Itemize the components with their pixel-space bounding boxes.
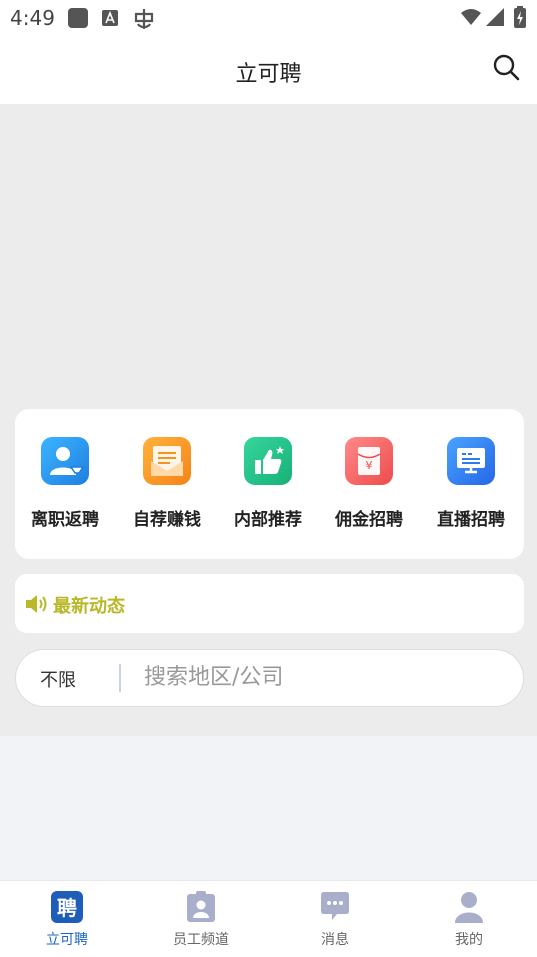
- search-input[interactable]: [144, 660, 484, 694]
- tab-employee-channel[interactable]: 员工频道: [146, 891, 256, 949]
- feature-label: 自荐赚钱: [133, 510, 201, 530]
- tab-label: 消息: [321, 932, 349, 948]
- tab-label: 立可聘: [46, 932, 88, 948]
- latest-news-bar[interactable]: 最新动态: [15, 574, 524, 633]
- tab-label: 员工频道: [173, 932, 229, 948]
- page-title: 立可聘: [235, 62, 302, 87]
- badge-icon: [185, 891, 217, 923]
- rehire-user-icon: [41, 437, 89, 485]
- status-bar: 4:49: [0, 0, 537, 38]
- feature-label: 内部推荐: [234, 510, 302, 530]
- svg-text:¥: ¥: [366, 459, 373, 472]
- live-screen-icon: [447, 437, 495, 485]
- pin-logo-icon: 聘: [51, 891, 83, 923]
- wifi-icon: [461, 9, 481, 25]
- feature-commission-hiring[interactable]: ¥ 佣金招聘: [319, 437, 419, 530]
- feature-label: 离职返聘: [31, 510, 99, 530]
- feature-label: 直播招聘: [437, 510, 505, 530]
- feature-live-hiring[interactable]: 直播招聘: [421, 437, 521, 530]
- feature-grid: 离职返聘 自荐赚钱 内部推荐 ¥ 佣金招聘 直播招聘: [15, 409, 524, 559]
- app-header: 立可聘: [0, 38, 537, 104]
- svg-text:聘: 聘: [57, 896, 77, 920]
- person-icon: [453, 891, 485, 923]
- red-packet-icon: ¥: [345, 437, 393, 485]
- search-icon[interactable]: [491, 52, 521, 82]
- bottom-tab-bar: 聘 立可聘 员工频道 消息 我的: [0, 880, 537, 957]
- feature-rehire[interactable]: 离职返聘: [15, 437, 115, 530]
- search-divider: [119, 664, 121, 692]
- tab-me[interactable]: 我的: [414, 891, 524, 949]
- envelope-icon: [143, 437, 191, 485]
- font-notification-icon: [102, 10, 118, 26]
- feature-label: 佣金招聘: [335, 510, 403, 530]
- thumbs-up-icon: [244, 437, 292, 485]
- speaker-icon: [26, 595, 47, 613]
- feature-internal-referral[interactable]: 内部推荐: [218, 437, 318, 530]
- search-bar: 不限: [15, 649, 524, 707]
- tab-home[interactable]: 聘 立可聘: [12, 891, 122, 949]
- status-time: 4:49: [10, 6, 55, 30]
- chat-bubble-icon: [319, 891, 351, 923]
- region-filter[interactable]: 不限: [40, 666, 76, 692]
- latest-news-label: 最新动态: [53, 596, 125, 617]
- app-notification-icon: [68, 8, 88, 28]
- tab-label: 我的: [455, 932, 483, 948]
- feature-self-recommend[interactable]: 自荐赚钱: [117, 437, 217, 530]
- cellular-signal-icon: [486, 8, 504, 26]
- tab-messages[interactable]: 消息: [280, 891, 390, 949]
- bug-notification-icon: [134, 9, 154, 29]
- battery-icon: [514, 6, 526, 28]
